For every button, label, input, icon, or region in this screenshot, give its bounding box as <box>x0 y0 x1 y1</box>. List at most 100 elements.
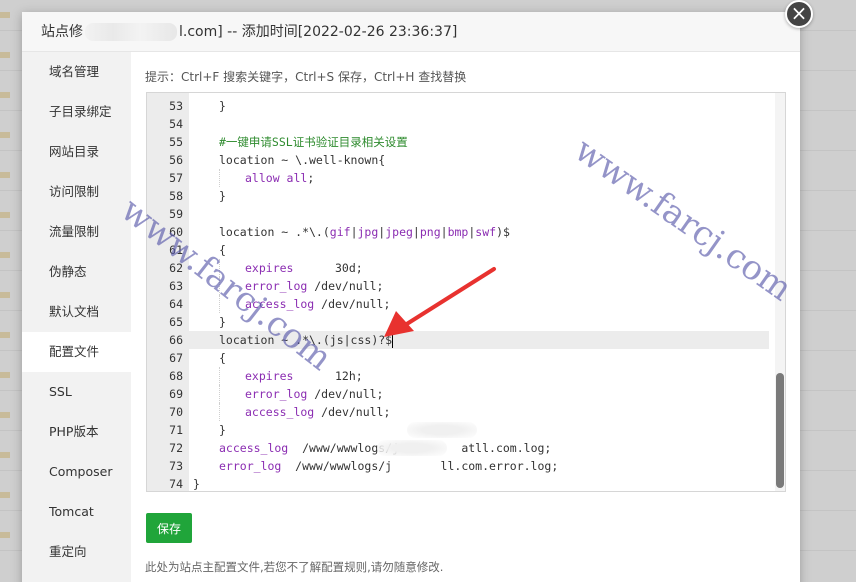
sidebar-item[interactable]: 网站目录 <box>22 132 131 172</box>
line-number: 66 <box>169 333 183 347</box>
sidebar-item[interactable]: 配置文件 <box>22 332 131 372</box>
line-text: } <box>193 421 226 439</box>
code-token: } <box>193 477 200 491</box>
close-icon[interactable]: × <box>785 0 813 28</box>
code-keyword: access_log <box>219 441 289 455</box>
backdrop-row-marker <box>0 292 10 298</box>
sidebar-item[interactable]: Composer <box>22 452 131 492</box>
code-token: /dev/null; <box>314 297 391 311</box>
code-keyword: access_log <box>245 297 315 311</box>
redacted-error-log-path <box>377 440 447 456</box>
code-line[interactable]: 54 <box>147 115 769 133</box>
backdrop-row-marker <box>0 12 10 18</box>
line-text: } <box>193 97 226 115</box>
code-line[interactable]: 67 { <box>147 349 769 367</box>
code-line[interactable]: 53} <box>147 97 769 115</box>
code-line[interactable]: 70 access_log /dev/null; <box>147 403 769 421</box>
line-number: 56 <box>169 153 183 167</box>
line-text: location ~ .*\.(js|css)?$ <box>193 331 394 349</box>
indent-guide <box>193 277 219 295</box>
backdrop-row-marker <box>0 412 10 418</box>
code-editor[interactable]: 53} 54 55 #一键申请SSL证书验证目录相关设置 56 location ~ \.… <box>146 92 786 492</box>
line-number: 69 <box>169 387 183 401</box>
indent-guide <box>219 169 245 187</box>
code-token: /dev/null; <box>307 387 384 401</box>
code-token: )$ <box>496 225 510 239</box>
sidebar-item[interactable]: 伪静态 <box>22 252 131 292</box>
text-cursor <box>392 333 394 348</box>
redacted-domain <box>85 23 177 41</box>
code-line[interactable]: 57 allow all; <box>147 169 769 187</box>
indent-guide <box>219 403 245 421</box>
indent-guide <box>193 313 219 331</box>
sidebar-item[interactable]: 流量限制 <box>22 212 131 252</box>
code-keyword: png <box>419 225 441 239</box>
sidebar-item[interactable]: Tomcat <box>22 492 131 532</box>
line-text: error_log /www/wwwlogs/j ll.com.error.lo… <box>193 457 558 475</box>
code-line[interactable]: 63 error_log /dev/null; <box>147 277 769 295</box>
code-line[interactable]: 64 access_log /dev/null; <box>147 295 769 313</box>
code-line[interactable]: 61 { <box>147 241 769 259</box>
code-line[interactable]: 62 expires 30d; <box>147 259 769 277</box>
line-number: 60 <box>169 225 183 239</box>
code-keyword: jpg <box>357 225 379 239</box>
backdrop-row-marker <box>0 212 10 218</box>
sidebar-item[interactable]: PHP版本 <box>22 412 131 452</box>
line-number: 68 <box>169 369 183 383</box>
line-number: 59 <box>169 207 183 221</box>
line-number: 57 <box>169 171 183 185</box>
code-keyword: error_log <box>219 459 282 473</box>
line-text: #一键申请SSL证书验证目录相关设置 <box>193 133 408 151</box>
code-keyword: jpeg <box>385 225 413 239</box>
code-line[interactable]: 73 error_log /www/wwwlogs/j ll.com.error.… <box>147 457 769 475</box>
backdrop-row-marker <box>0 252 10 258</box>
sidebar-item[interactable]: 子目录绑定 <box>22 92 131 132</box>
code-token: | <box>412 225 420 239</box>
code-line[interactable]: 65} <box>147 313 769 331</box>
backdrop-row-marker <box>0 132 10 138</box>
line-text: expires 30d; <box>193 259 363 277</box>
code-token: 30d; <box>293 261 363 275</box>
indent-guide <box>193 439 219 457</box>
code-line[interactable]: 66 location ~ .*\.(js|css)?$ <box>147 331 769 349</box>
code-line[interactable]: 68 expires 12h; <box>147 367 769 385</box>
code-token: location ~ \.well-known{ <box>219 153 386 167</box>
sidebar-item[interactable]: 域名管理 <box>22 52 131 92</box>
code-keyword: swf <box>475 225 497 239</box>
sidebar-item[interactable]: SSL <box>22 372 131 412</box>
code-line[interactable]: 55 #一键申请SSL证书验证目录相关设置 <box>147 133 769 151</box>
code-line[interactable]: 56 location ~ \.well-known{ <box>147 151 769 169</box>
line-text: expires 12h; <box>193 367 363 385</box>
sidebar-item[interactable]: 重定向 <box>22 532 131 572</box>
indent-guide <box>193 367 219 385</box>
indent-guide <box>193 295 219 313</box>
line-number: 73 <box>169 459 183 473</box>
line-number: 62 <box>169 261 183 275</box>
code-line[interactable]: 72 access_log /www/wwwlogs/j atll.com.log… <box>147 439 769 457</box>
code-token: } <box>219 189 226 203</box>
line-number: 61 <box>169 243 183 257</box>
code-line[interactable]: 59 <box>147 205 769 223</box>
line-number: 72 <box>169 441 183 455</box>
code-token: location ~ .*\.( <box>219 225 330 239</box>
code-keyword: error_log <box>245 279 308 293</box>
line-text: { <box>193 349 226 367</box>
code-token: } <box>219 99 226 113</box>
line-number: 74 <box>169 477 183 491</box>
code-line[interactable]: 60 location ~ .*\.(gif|jpg|jpeg|png|bmp|s… <box>147 223 769 241</box>
indent-guide <box>193 241 219 259</box>
editor-scroll-thumb[interactable] <box>776 373 784 488</box>
code-keyword: expires <box>245 261 294 275</box>
code-line[interactable]: 69 error_log /dev/null; <box>147 385 769 403</box>
save-button[interactable]: 保存 <box>146 513 192 543</box>
backdrop-row-marker <box>0 492 10 498</box>
indent-guide <box>193 223 219 241</box>
code-line[interactable]: 58} <box>147 187 769 205</box>
sidebar-item[interactable]: 默认文档 <box>22 292 131 332</box>
code-line[interactable]: 74} <box>147 475 769 491</box>
modal-title-prefix: 站点修 <box>41 24 83 40</box>
sidebar-item[interactable]: 访问限制 <box>22 172 131 212</box>
editor-scrollbar[interactable] <box>775 93 785 491</box>
code-token: /dev/null; <box>314 405 391 419</box>
line-number: 53 <box>169 99 183 113</box>
